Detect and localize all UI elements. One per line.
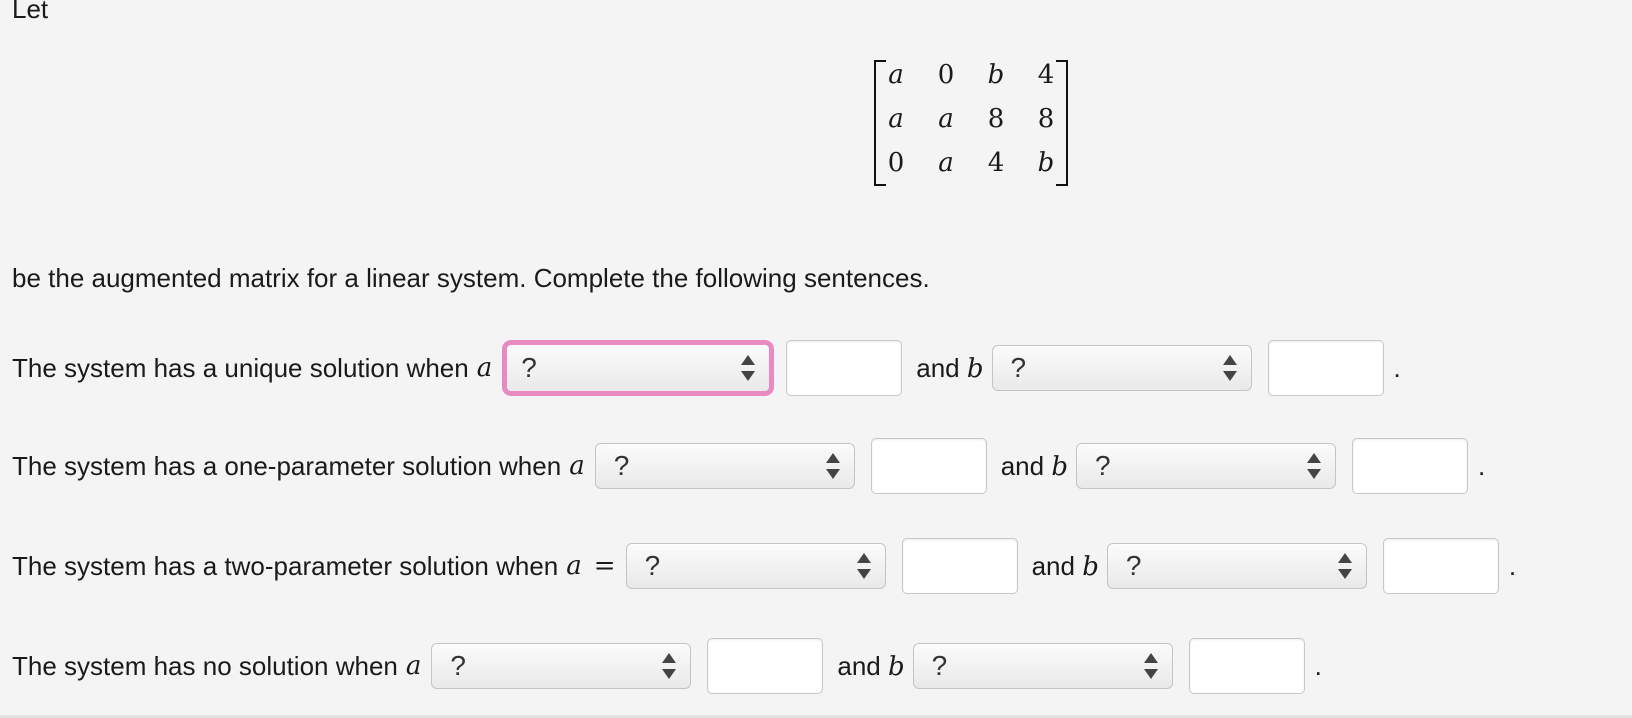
b-relation-select[interactable]: ?: [1075, 443, 1336, 489]
a-relation-select[interactable]: ?: [625, 543, 886, 589]
matrix-cell-r2c3: 8: [987, 104, 1005, 134]
a-relation-select[interactable]: ?: [594, 443, 855, 489]
select-arrows-icon: [741, 355, 756, 381]
sentence-label: The system has no solution when: [12, 650, 398, 681]
select-arrows-icon: [1337, 553, 1352, 579]
select-value: ?: [1010, 352, 1027, 383]
b-relation-select[interactable]: ?: [1106, 543, 1367, 589]
variable-a: a: [569, 451, 585, 481]
a-relation-select[interactable]: ?: [502, 340, 775, 396]
matrix-cell-r2c4: 8: [1037, 104, 1055, 134]
a-value-input[interactable]: [901, 538, 1018, 594]
select-value: ?: [1094, 450, 1111, 481]
and-label: and b: [837, 650, 905, 682]
b-value-input[interactable]: [1382, 538, 1499, 594]
select-value: ?: [450, 650, 466, 681]
variable-a: a: [566, 551, 582, 581]
matrix-cell-r2c2: a: [938, 104, 954, 134]
matrix-cell-r3c1: 0: [887, 148, 905, 178]
select-arrows-icon: [856, 553, 871, 579]
description-text: be the augmented matrix for a linear sys…: [12, 263, 930, 293]
select-arrows-icon: [1143, 653, 1158, 679]
matrix-cell-r1c3: b: [987, 60, 1005, 90]
b-value-input[interactable]: [1267, 340, 1384, 396]
question-page: Let a 0 b 4 a a 8 8 0 a 4 b be the augme…: [0, 0, 1632, 718]
select-arrows-icon: [1222, 355, 1237, 381]
augmented-matrix: a 0 b 4 a a 8 8 0 a 4 b: [874, 60, 1068, 186]
sentence-period: .: [1477, 450, 1486, 481]
sentence-period: .: [1508, 550, 1517, 581]
variable-a: a: [476, 353, 493, 383]
matrix-cell-r3c2: a: [938, 148, 954, 178]
b-relation-select[interactable]: ?: [912, 643, 1173, 689]
select-value: ?: [521, 352, 537, 383]
and-label: and b: [1031, 550, 1099, 582]
sentence-label: The system has a one-parameter solution …: [12, 450, 562, 481]
a-relation-select[interactable]: ?: [431, 643, 692, 689]
a-value-input[interactable]: [707, 638, 824, 694]
select-value: ?: [644, 550, 661, 581]
sentence-period: .: [1314, 650, 1322, 681]
sentence-period: .: [1393, 352, 1401, 383]
b-value-input[interactable]: [1351, 438, 1468, 494]
select-value: ?: [1125, 550, 1142, 581]
matrix-cell-r1c1: a: [888, 60, 904, 90]
b-relation-select[interactable]: ?: [991, 345, 1252, 391]
sentence-unique-solution: The system has a unique solution when a …: [12, 340, 1401, 396]
a-value-input[interactable]: [870, 438, 987, 494]
a-value-input[interactable]: [786, 340, 903, 396]
matrix-cell-r3c4: b: [1037, 148, 1055, 178]
matrix-cell-r1c4: 4: [1037, 60, 1055, 90]
sentence-two-parameter: The system has a two-parameter solution …: [12, 538, 1516, 594]
variable-a: a: [405, 651, 422, 681]
and-label: and b: [1000, 450, 1068, 482]
matrix-cell-r1c2: 0: [937, 60, 955, 90]
select-arrows-icon: [662, 653, 677, 679]
select-arrows-icon: [825, 453, 840, 479]
select-arrows-icon: [1306, 453, 1321, 479]
equals-sign: =: [593, 551, 616, 581]
b-value-input[interactable]: [1188, 638, 1305, 694]
and-label: and b: [916, 352, 984, 384]
select-value: ?: [931, 650, 948, 681]
select-value: ?: [613, 450, 630, 481]
sentence-label: The system has a two-parameter solution …: [12, 550, 559, 581]
sentence-label: The system has a unique solution when: [12, 352, 469, 383]
sentence-no-solution: The system has no solution when a ? and …: [12, 638, 1322, 694]
intro-text: Let: [12, 0, 49, 24]
matrix-cell-r3c3: 4: [987, 148, 1005, 178]
matrix-cell-r2c1: a: [888, 104, 904, 134]
sentence-one-parameter: The system has a one-parameter solution …: [12, 438, 1485, 494]
